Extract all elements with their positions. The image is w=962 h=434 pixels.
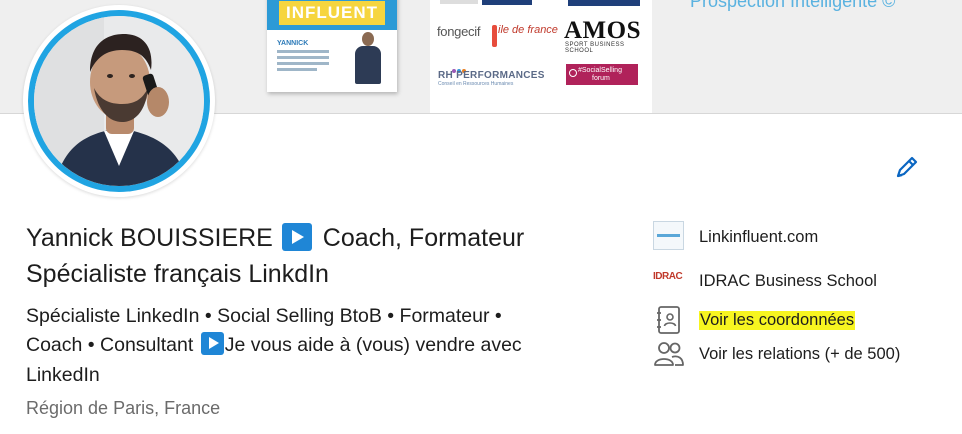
headline-part1: Coach, Formateur <box>322 224 525 252</box>
connections-label: Voir les relations (+ de 500) <box>699 344 901 363</box>
connections-link[interactable]: Voir les relations (+ de 500) <box>653 338 900 370</box>
linkinfluent-logo-icon <box>653 221 684 250</box>
banner-tagline: Prospection Intelligente © <box>690 0 896 11</box>
summary-line-2: Coach • Consultant Je vous aide à (vous)… <box>26 332 522 356</box>
social-selling-forum-logo: #SocialSelling forum <box>566 64 638 85</box>
contact-info-link[interactable]: Voir les coordonnées <box>653 304 856 336</box>
education-label: IDRAC Business School <box>699 271 877 290</box>
contact-card-icon <box>653 304 685 336</box>
amos-subtitle: SPORT BUSINESS SCHOOL <box>565 42 625 54</box>
amos-logo: AMOS <box>564 17 641 44</box>
fongecif-logo: fongecif <box>437 24 481 39</box>
rh-dots-icon <box>452 60 470 73</box>
profile-name-headline: Yannick BOUISSIERE Coach, Formateur <box>26 222 524 254</box>
idrac-logo-icon: IDRAC <box>653 271 683 282</box>
play-button-emoji-icon <box>281 223 312 251</box>
ile-de-france-logo: ile de france <box>492 25 558 47</box>
profile-photo <box>34 16 204 186</box>
rh-performances-logo: RH PERFORMANCES <box>438 70 545 81</box>
edit-profile-pencil-icon[interactable] <box>893 153 921 181</box>
rh-subtitle: Conseil en Ressources Humaines <box>438 81 514 87</box>
book-title: INFLUENT <box>279 1 385 25</box>
book-author: YANNICK <box>277 40 309 47</box>
contact-info-label: Voir les coordonnées <box>699 310 856 330</box>
education-link[interactable]: IDRAC IDRAC Business School <box>653 265 877 297</box>
book-cover-image: INFLUENT YANNICK <box>267 0 397 92</box>
summary-line-1: Spécialiste LinkedIn • Social Selling Bt… <box>26 305 502 327</box>
current-company-link[interactable]: Linkinfluent.com <box>653 221 818 253</box>
current-company-label: Linkinfluent.com <box>699 227 819 246</box>
headline-part2: Spécialiste français LinkdIn <box>26 260 329 288</box>
profile-location: Région de Paris, France <box>26 398 221 418</box>
profile-name: Yannick BOUISSIERE <box>26 224 273 252</box>
avatar[interactable] <box>23 5 215 197</box>
summary-line-3: LinkedIn <box>26 364 100 386</box>
play-button-emoji-icon <box>200 332 224 355</box>
partner-logos: fongecif ile de france AMOS SPORT BUSINE… <box>430 0 652 113</box>
connections-icon <box>653 338 685 370</box>
